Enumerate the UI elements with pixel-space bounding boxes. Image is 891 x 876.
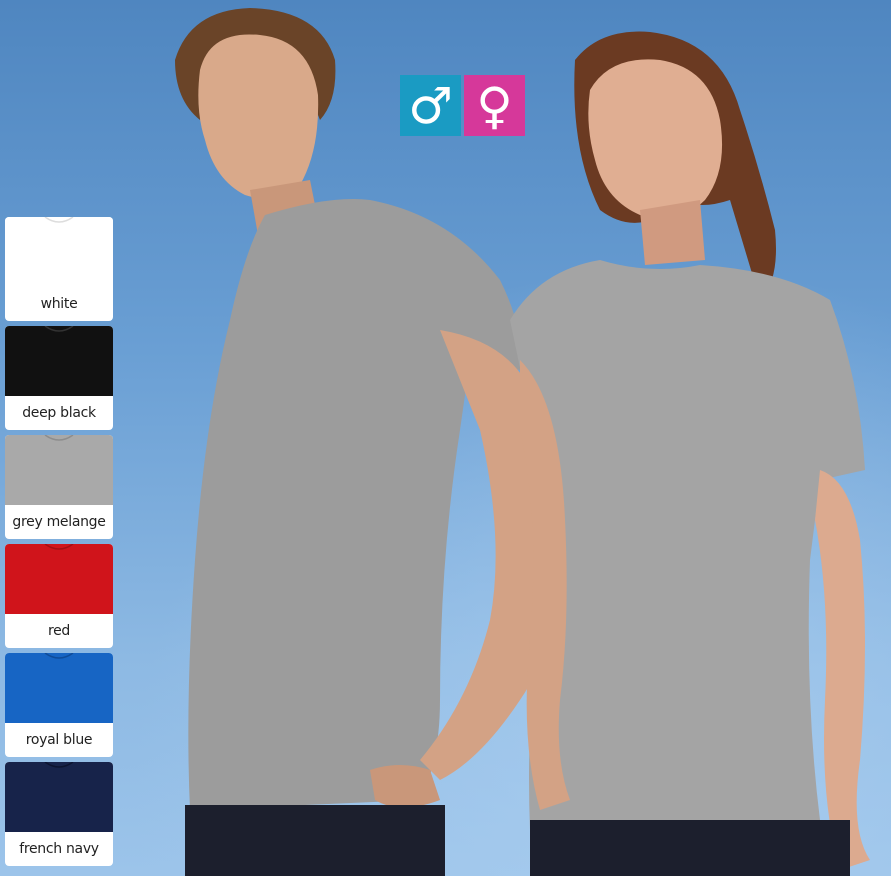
tshirt-icon — [5, 435, 113, 505]
swatch-label: french navy — [19, 841, 99, 857]
tshirt-icon — [5, 762, 113, 832]
tshirt-icon — [5, 653, 113, 723]
swatch-french-navy[interactable]: french navy — [5, 762, 113, 866]
swatch-label: deep black — [22, 405, 96, 421]
swatch-grey-melange[interactable]: grey melange — [5, 435, 113, 539]
tshirt-icon — [5, 326, 113, 396]
swatch-deep-black[interactable]: deep black — [5, 326, 113, 430]
color-swatch-list: white deep black grey melange red royal … — [5, 217, 113, 871]
tshirt-icon — [5, 544, 113, 614]
swatch-red[interactable]: red — [5, 544, 113, 648]
tshirt-icon — [5, 217, 113, 287]
male-icon[interactable]: ♂ — [400, 75, 461, 136]
female-icon[interactable]: ♀ — [464, 75, 525, 136]
swatch-label: red — [47, 623, 71, 639]
swatch-label: royal blue — [25, 732, 93, 748]
swatch-royal-blue[interactable]: royal blue — [5, 653, 113, 757]
swatch-label: white — [40, 296, 78, 312]
swatch-label: grey melange — [12, 514, 106, 530]
swatch-white[interactable]: white — [5, 217, 113, 321]
gender-selector: ♂ ♀ — [400, 75, 525, 136]
